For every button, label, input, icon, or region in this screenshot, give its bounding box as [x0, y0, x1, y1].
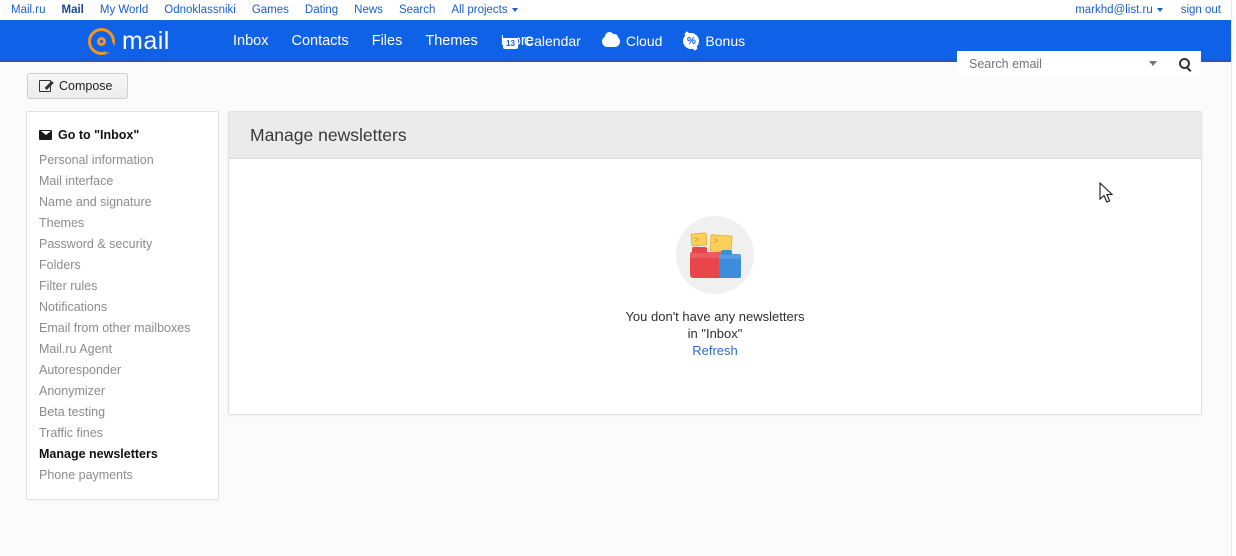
portal-link-games[interactable]: Games — [252, 0, 297, 20]
service-bonus[interactable]: % Bonus — [683, 33, 745, 49]
portal-link-mail[interactable]: Mail — [62, 0, 92, 20]
empty-state-line-2: in "Inbox" — [687, 325, 743, 341]
bonus-percent-icon: % — [683, 33, 700, 49]
portal-link-odnoklassniki[interactable]: Odnoklassniki — [164, 0, 244, 20]
panel-header: Manage newsletters — [229, 112, 1201, 159]
empty-state-line-1: You don't have any newsletters — [625, 308, 805, 324]
sidebar-item-phone-payments[interactable]: Phone payments — [27, 464, 218, 485]
portal-link-search[interactable]: Search — [399, 0, 443, 20]
app-header: mail Inbox Contacts Files Themes More 13… — [0, 20, 1231, 76]
portal-link-all-projects[interactable]: All projects — [451, 0, 525, 20]
page-title: Manage newsletters — [250, 124, 407, 145]
search-icon — [1179, 58, 1190, 69]
portal-link-mailru[interactable]: Mail.ru — [11, 0, 54, 20]
account-menu[interactable]: markhd@list.ru — [1075, 0, 1163, 20]
sidebar-item-folders[interactable]: Folders — [27, 254, 218, 275]
page-scrollbar[interactable] — [1231, 0, 1236, 556]
portal-link-my-world[interactable]: My World — [100, 0, 156, 20]
sidebar-item-filter-rules[interactable]: Filter rules — [27, 275, 218, 296]
nav-inbox[interactable]: Inbox — [233, 33, 268, 49]
sign-out-link[interactable]: sign out — [1181, 0, 1221, 20]
content-row: Go to "Inbox" Personal information Mail … — [0, 99, 1231, 500]
chevron-down-icon — [511, 7, 518, 12]
panel-body: > > You don't have any newsletters in "I… — [229, 159, 1201, 414]
sidebar-item-go-to-inbox[interactable]: Go to "Inbox" — [27, 124, 218, 145]
sidebar-item-beta-testing[interactable]: Beta testing — [27, 401, 218, 422]
service-calendar[interactable]: 13 Calendar — [503, 33, 581, 49]
edit-square-icon — [39, 80, 51, 92]
nav-themes[interactable]: Themes — [425, 33, 477, 49]
search-submit-button[interactable] — [1167, 51, 1201, 76]
envelope-flap: > — [693, 233, 700, 244]
refresh-link[interactable]: Refresh — [692, 343, 738, 358]
portal-top-bar: Mail.ru Mail My World Odnoklassniki Game… — [0, 0, 1231, 20]
search-box[interactable] — [957, 51, 1167, 76]
service-navigation: 13 Calendar Cloud % Bonus — [503, 20, 745, 62]
sidebar-item-name-and-signature[interactable]: Name and signature — [27, 191, 218, 212]
all-projects-label: All projects — [451, 4, 508, 16]
compose-label: Compose — [59, 79, 113, 93]
service-bonus-label: Bonus — [705, 33, 746, 49]
chevron-down-icon — [1156, 7, 1163, 12]
logo-text: mail — [122, 26, 170, 55]
cloud-icon — [601, 31, 620, 47]
portal-link-dating[interactable]: Dating — [305, 0, 346, 20]
search-input[interactable] — [967, 55, 1145, 72]
sidebar-item-mailru-agent[interactable]: Mail.ru Agent — [27, 338, 218, 359]
sidebar-item-anonymizer[interactable]: Anonymizer — [27, 380, 218, 401]
folder-blue-icon — [719, 249, 741, 278]
sidebar-item-notifications[interactable]: Notifications — [27, 296, 218, 317]
envelope-small-icon: > — [690, 231, 708, 247]
sidebar-item-autoresponder[interactable]: Autoresponder — [27, 359, 218, 380]
service-calendar-label: Calendar — [524, 33, 581, 49]
calendar-icon: 13 — [503, 33, 518, 49]
account-email: markhd@list.ru — [1075, 4, 1153, 16]
envelope-flap: > — [712, 234, 719, 246]
portal-link-news[interactable]: News — [354, 0, 391, 20]
sidebar-item-manage-newsletters[interactable]: Manage newsletters — [27, 443, 218, 464]
folders-and-envelopes-icon: > > — [676, 215, 754, 294]
sidebar-item-email-from-other-mailboxes[interactable]: Email from other mailboxes — [27, 317, 218, 338]
nav-contacts[interactable]: Contacts — [291, 33, 348, 49]
sidebar-item-mail-interface[interactable]: Mail interface — [27, 170, 218, 191]
service-cloud[interactable]: Cloud — [601, 31, 663, 49]
compose-button[interactable]: Compose — [27, 73, 128, 99]
page-root: Mail.ru Mail My World Odnoklassniki Game… — [0, 0, 1236, 556]
portal-links: Mail.ru Mail My World Odnoklassniki Game… — [11, 0, 534, 20]
sidebar-item-themes[interactable]: Themes — [27, 212, 218, 233]
nav-files[interactable]: Files — [372, 33, 403, 49]
sidebar-item-label: Go to "Inbox" — [58, 127, 140, 142]
calendar-day: 13 — [506, 38, 515, 48]
service-cloud-label: Cloud — [625, 33, 663, 49]
sidebar-item-personal-information[interactable]: Personal information — [27, 149, 218, 170]
search-area — [957, 51, 1201, 76]
envelope-icon — [39, 129, 52, 140]
main-navigation: Inbox Contacts Files Themes More — [233, 20, 534, 62]
portal-account-area: markhd@list.ru sign out — [1075, 0, 1221, 20]
chevron-down-icon[interactable] — [1149, 61, 1157, 66]
at-sign-icon — [88, 27, 115, 55]
settings-sidebar: Go to "Inbox" Personal information Mail … — [26, 111, 219, 500]
mail-logo[interactable]: mail — [88, 20, 170, 62]
sidebar-item-password-security[interactable]: Password & security — [27, 233, 218, 254]
sidebar-item-traffic-fines[interactable]: Traffic fines — [27, 422, 218, 443]
main-panel: Manage newsletters > > You don't have an… — [228, 111, 1202, 415]
browser-viewport: Mail.ru Mail My World Odnoklassniki Game… — [0, 0, 1231, 556]
